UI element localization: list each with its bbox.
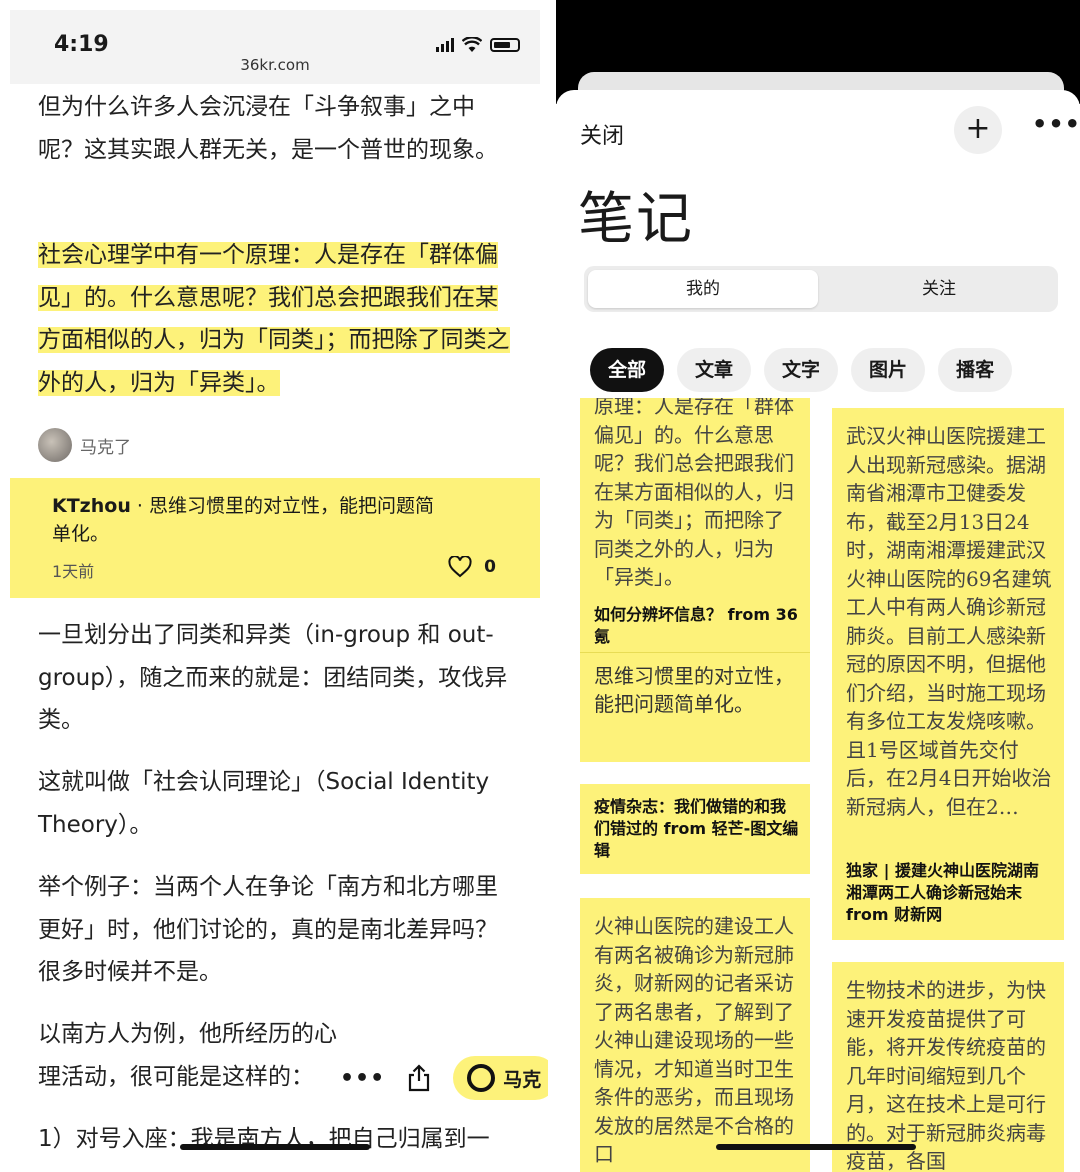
status-time: 4:19: [54, 32, 109, 57]
home-indicator: [716, 1144, 916, 1150]
article-panel: 4:19 36kr.com 但为什么许多人会沉浸在「斗争叙事」之中呢？这其实跟人…: [0, 0, 548, 1172]
avatar: [38, 428, 72, 462]
article-paragraph: 1）对号入座：我是南方人，把自己归属到一: [38, 1126, 490, 1152]
tab-following[interactable]: 关注: [824, 270, 1054, 308]
like-button[interactable]: 0: [448, 556, 496, 578]
like-count: 0: [484, 557, 496, 577]
article-paragraph: 但为什么许多人会沉浸在「斗争叙事」之中呢？这其实跟人群无关，是一个普世的现象。: [38, 94, 498, 163]
reader-toolbar: ••• 马克: [340, 1056, 548, 1100]
mark-icon: [467, 1064, 496, 1092]
note-card-body: 武汉火神山医院援建工人出现新冠感染。据湖南省湘潭市卫健委发布，截至2月13日24…: [846, 424, 1052, 819]
home-indicator: [180, 1144, 370, 1150]
wifi-icon: [462, 37, 482, 52]
highlighted-paragraph[interactable]: 社会心理学中有一个原理：人是存在「群体偏见」的。什么意思呢？我们总会把跟我们在某…: [38, 234, 518, 404]
chip-articles[interactable]: 文章: [677, 348, 752, 392]
note-card[interactable]: 原理：人是存在「群体偏见」的。什么意思呢？我们总会把跟我们在某方面相似的人，归为…: [580, 398, 810, 762]
comment-user[interactable]: KTzhou: [52, 495, 131, 517]
note-card-body: 生物技术的进步，为快速开发疫苗提供了可能，将开发传统疫苗的几年时间缩短到几个月，…: [846, 978, 1046, 1172]
cellular-signal-icon: [436, 38, 454, 52]
notes-panel: 关闭 + ••• 笔记 我的 关注 全部 文章 文字 图片 播客 原理：人是存在…: [556, 0, 1080, 1172]
mark-button[interactable]: 马克: [453, 1056, 548, 1100]
article-paragraph: 举个例子：当两个人在争论「南方和北方哪里更好」时，他们讨论的，真的是南北差异吗？…: [38, 874, 498, 985]
article-paragraph: 一旦划分出了同类和异类（in-group 和 out-group），随之而来的就…: [38, 622, 508, 733]
comment-separator: ·: [130, 495, 149, 517]
comment-text-block: KTzhou · 思维习惯里的对立性，能把问题简单化。: [52, 492, 452, 548]
note-card-source[interactable]: 疫情杂志：我们做错的和我们错过的 from 轻芒-图文编辑: [594, 796, 800, 862]
note-card[interactable]: 火神山医院的建设工人有两名被确诊为新冠肺炎，财新网的记者采访了两名患者，了解到了…: [580, 898, 810, 1172]
mark-label: 马克: [503, 1068, 542, 1091]
battery-icon: [490, 38, 520, 52]
share-icon[interactable]: [407, 1064, 431, 1092]
chip-podcasts[interactable]: 播客: [938, 348, 1013, 392]
segmented-control: 我的 关注: [584, 266, 1058, 312]
filter-chips: 全部 文章 文字 图片 播客: [590, 348, 1013, 392]
tab-mine[interactable]: 我的: [588, 270, 818, 308]
note-card[interactable]: 生物技术的进步，为快速开发疫苗提供了可能，将开发传统疫苗的几年时间缩短到几个月，…: [832, 962, 1064, 1172]
note-card-body: 火神山医院的建设工人有两名被确诊为新冠肺炎，财新网的记者采访了两名患者，了解到了…: [594, 914, 794, 1166]
more-options-icon[interactable]: •••: [1032, 110, 1080, 138]
note-card-body: 原理：人是存在「群体偏见」的。什么意思呢？我们总会把跟我们在某方面相似的人，归为…: [594, 398, 794, 588]
add-note-button[interactable]: +: [954, 106, 1002, 154]
note-card-source[interactable]: 如何分辨坏信息？ from 36 氪: [594, 604, 800, 648]
article-paragraph: 以南方人为例，他所经历的心理活动，很可能是这样的：: [38, 1021, 337, 1090]
chip-images[interactable]: 图片: [851, 348, 926, 392]
note-card[interactable]: 武汉火神山医院援建工人出现新冠感染。据湖南省湘潭市卫健委发布，截至2月13日24…: [832, 408, 1064, 940]
browser-status-bar: 4:19 36kr.com: [10, 10, 540, 84]
more-icon[interactable]: •••: [340, 1066, 385, 1091]
comment-card[interactable]: KTzhou · 思维习惯里的对立性，能把问题简单化。 1天前 0: [10, 478, 540, 598]
highlighter-name: 马克了: [80, 437, 131, 458]
page-title: 笔记: [578, 187, 694, 252]
comment-time: 1天前: [52, 562, 95, 581]
close-button[interactable]: 关闭: [580, 118, 624, 150]
sheet-backdrop: [556, 0, 1080, 112]
note-card-source[interactable]: 独家 | 援建火神山医院湖南湘潭两工人确诊新冠始末 from 财新网: [846, 860, 1054, 926]
note-card[interactable]: 疫情杂志：我们做错的和我们错过的 from 轻芒-图文编辑: [580, 784, 810, 874]
card-divider: [580, 652, 810, 653]
chip-all[interactable]: 全部: [590, 348, 665, 392]
article-paragraph: 这就叫做「社会认同理论」（Social Identity Theory）。: [38, 769, 490, 838]
heart-icon: [448, 556, 472, 578]
status-icons: [436, 37, 520, 53]
highlight-text: 社会心理学中有一个原理：人是存在「群体偏见」的。什么意思呢？我们总会把跟我们在某…: [38, 242, 510, 396]
highlighter-info[interactable]: 马克了: [38, 428, 131, 462]
address-bar-url[interactable]: 36kr.com: [10, 56, 540, 74]
chip-text[interactable]: 文字: [764, 348, 839, 392]
note-card-annotation: 思维习惯里的对立性，能把问题简单化。: [594, 664, 794, 716]
